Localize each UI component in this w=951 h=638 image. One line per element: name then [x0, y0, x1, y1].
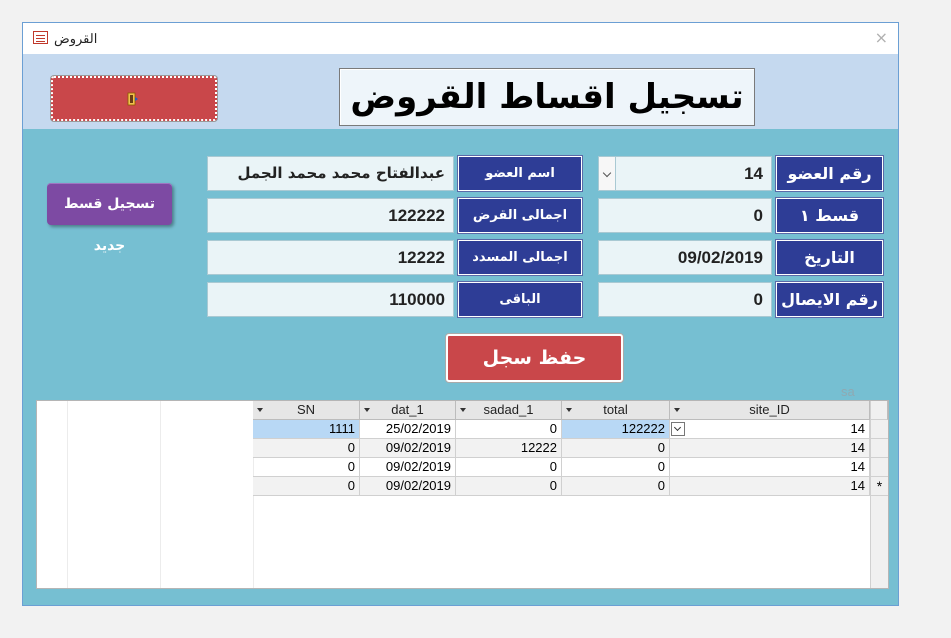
cell-sn[interactable]: 0	[253, 439, 360, 458]
cell-dat-1[interactable]: 25/02/2019	[360, 420, 456, 439]
installments-datasheet[interactable]: SN dat_1 sadad_1 total site_ID 1111 25/0…	[36, 400, 889, 589]
chevron-down-icon[interactable]	[671, 422, 685, 436]
loan-total-label: اجمالى القرض	[458, 198, 582, 233]
form-header: تسجيل اقساط القروض	[23, 54, 898, 129]
date-field[interactable]: 09/02/2019	[598, 240, 772, 275]
title-bar: القروض ×	[23, 23, 898, 54]
remaining-label: الباقى	[458, 282, 582, 317]
new-installment-button[interactable]: تسجيل قسط جديد	[47, 183, 172, 254]
exit-button[interactable]	[51, 76, 217, 121]
corner-label: sa	[841, 384, 855, 399]
chevron-down-icon[interactable]	[364, 408, 370, 412]
installment-label: قسط ١	[776, 198, 883, 233]
member-no-value: 14	[744, 164, 763, 183]
paid-total-label: اجمالى المسدد	[458, 240, 582, 275]
form-icon	[33, 31, 48, 44]
cell-site-id[interactable]: 14	[670, 458, 870, 477]
cell-total[interactable]: 0	[562, 439, 670, 458]
member-no-combo[interactable]: 14	[598, 156, 772, 191]
cell-site-id[interactable]: 14	[670, 439, 870, 458]
column-header-sn[interactable]: SN	[253, 401, 360, 420]
cell-sadad-1[interactable]: 12222	[456, 439, 562, 458]
cell-sn[interactable]: 0	[253, 458, 360, 477]
column-header-total[interactable]: total	[562, 401, 670, 420]
chevron-down-icon[interactable]	[460, 408, 466, 412]
chevron-down-icon[interactable]	[257, 408, 263, 412]
cell-sn[interactable]: 0	[253, 477, 360, 496]
chevron-down-icon[interactable]	[674, 408, 680, 412]
loan-total-field[interactable]: 122222	[207, 198, 454, 233]
form-detail: تسجيل قسط جديد رقم العضو 14 قسط ١ 0 التا…	[23, 129, 898, 605]
new-record-marker[interactable]: *	[870, 477, 888, 496]
save-record-button[interactable]: حفظ سجل	[446, 334, 623, 382]
remaining-field[interactable]: 110000	[207, 282, 454, 317]
cell-sadad-1[interactable]: 0	[456, 420, 562, 439]
cell-total[interactable]: 0	[562, 477, 670, 496]
cell-total[interactable]: 0	[562, 458, 670, 477]
cell-total[interactable]: 122222	[562, 420, 670, 439]
date-label: التاريخ	[776, 240, 883, 275]
installment-field[interactable]: 0	[598, 198, 772, 233]
selector-column-fill	[870, 496, 888, 588]
member-name-label: اسم العضو	[458, 156, 582, 191]
cell-dat-1[interactable]: 09/02/2019	[360, 439, 456, 458]
cell-site-id[interactable]: 14	[670, 477, 870, 496]
paid-total-field[interactable]: 12222	[207, 240, 454, 275]
member-name-field[interactable]: عبدالفتاح محمد محمد الجمل	[207, 156, 454, 191]
chevron-down-icon[interactable]	[599, 157, 616, 190]
form-title: تسجيل اقساط القروض	[339, 68, 755, 126]
column-header-site-id[interactable]: site_ID	[670, 401, 870, 420]
column-header-dat-1[interactable]: dat_1	[360, 401, 456, 420]
row-selector[interactable]	[870, 458, 888, 477]
cell-sn[interactable]: 1111	[253, 420, 360, 439]
cell-dat-1[interactable]: 09/02/2019	[360, 458, 456, 477]
exit-door-icon	[127, 92, 138, 106]
cell-dat-1[interactable]: 09/02/2019	[360, 477, 456, 496]
row-selector[interactable]	[870, 439, 888, 458]
cell-site-id[interactable]: 14	[670, 420, 870, 439]
select-all-corner[interactable]	[870, 401, 888, 420]
cell-sadad-1[interactable]: 0	[456, 458, 562, 477]
member-no-label: رقم العضو	[776, 156, 883, 191]
receipt-no-field[interactable]: 0	[598, 282, 772, 317]
close-icon[interactable]: ×	[875, 28, 888, 47]
loans-window: القروض × تسجيل اقساط القروض تسجيل قسط جد…	[22, 22, 899, 606]
row-selector[interactable]	[870, 420, 888, 439]
chevron-down-icon[interactable]	[566, 408, 572, 412]
cell-sadad-1[interactable]: 0	[456, 477, 562, 496]
column-header-sadad-1[interactable]: sadad_1	[456, 401, 562, 420]
receipt-no-label: رقم الايصال	[776, 282, 883, 317]
window-title: القروض	[54, 31, 98, 46]
